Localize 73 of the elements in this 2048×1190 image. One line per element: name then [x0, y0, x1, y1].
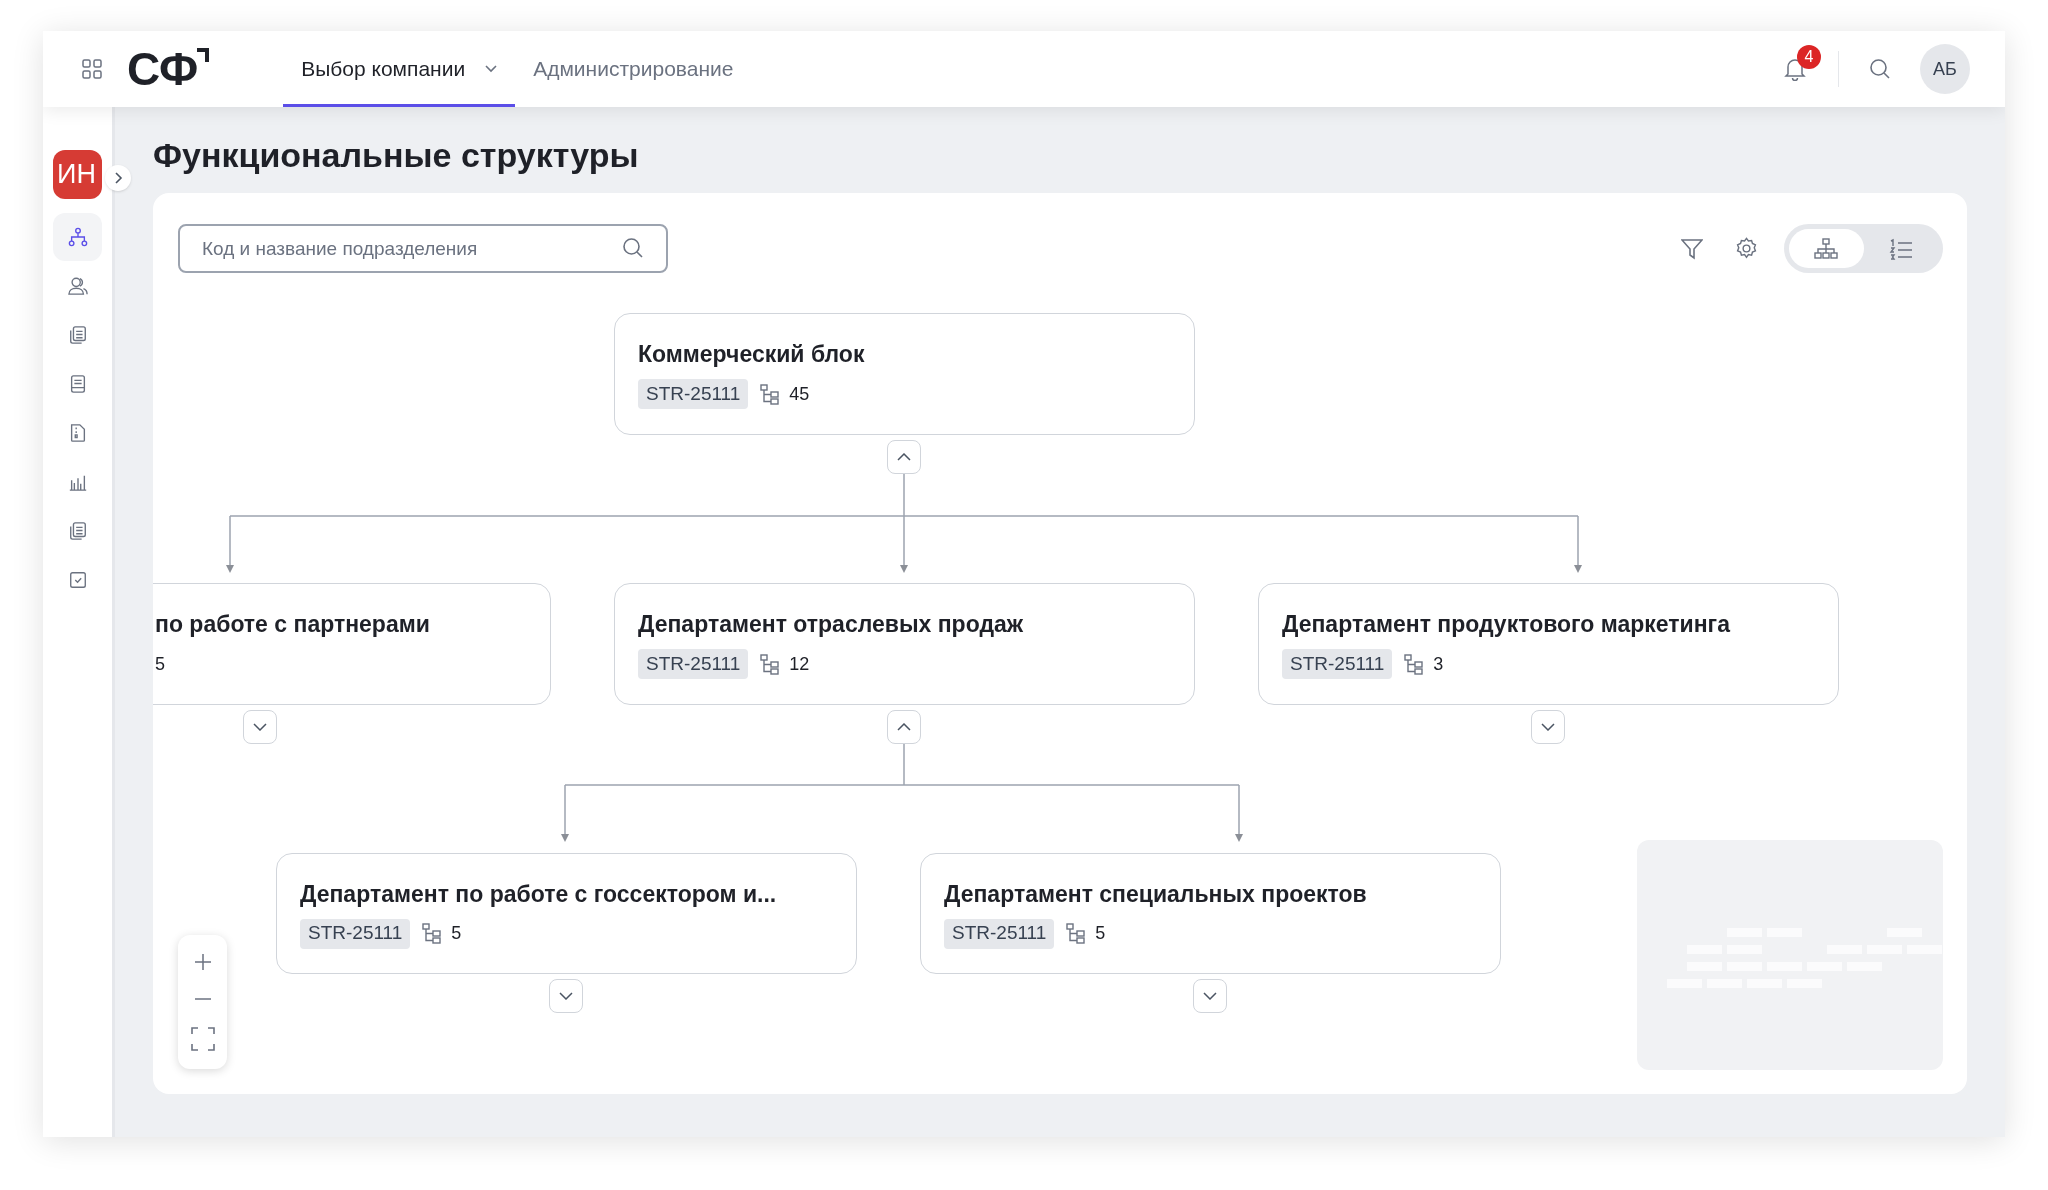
documents-icon [67, 521, 88, 541]
subtree-icon [1066, 923, 1086, 944]
bell-icon[interactable] [1784, 57, 1806, 81]
documents-icon [67, 325, 88, 345]
nav-tab[interactable]: Администрирование [515, 31, 752, 107]
hierarchy-icon [1814, 237, 1839, 260]
connector-arrow [900, 515, 908, 573]
subtree-icon [422, 923, 442, 944]
department-title: Департамент по работе с госсектором и... [300, 879, 778, 908]
page-title: Функциональные структуры [153, 135, 640, 176]
nav-tab[interactable]: Выбор компании [283, 31, 516, 107]
subunit-count: 45 [789, 382, 810, 406]
chevron-right-icon [113, 172, 123, 184]
chevron-down-icon [1203, 992, 1217, 1000]
search-icon[interactable] [1869, 58, 1891, 80]
department-card[interactable]: по работе с партнерами 5 [153, 583, 551, 705]
apps-grid-icon[interactable] [82, 59, 102, 79]
expand-toggle-button[interactable] [887, 440, 921, 474]
numbered-list-icon [1888, 237, 1913, 260]
chevron-down-icon [1541, 723, 1555, 731]
department-title: Коммерческий блок [638, 340, 866, 368]
connector-arrow [226, 515, 234, 573]
code-tag: STR-25111 [300, 918, 411, 949]
expand-toggle-button[interactable] [549, 979, 583, 1013]
subunit-count: 5 [155, 652, 165, 676]
company-badge[interactable]: ИН [53, 150, 102, 199]
department-card[interactable]: Департамент отраслевых продаж STR-25111 12 [614, 583, 1195, 705]
department-title: Департамент специальных проектов [944, 879, 1368, 908]
chevron-up-icon [897, 453, 911, 461]
department-title: по работе с партнерами [155, 610, 431, 638]
subunit-count: 5 [451, 922, 462, 945]
subtree-icon [760, 383, 780, 405]
fit-screen-icon[interactable] [190, 1027, 215, 1052]
checkbox-icon [67, 570, 88, 590]
expand-toggle-button[interactable] [243, 710, 277, 744]
connector-arrow [1574, 515, 1582, 573]
search-icon [622, 237, 644, 259]
department-card[interactable]: Коммерческий блок STR-25111 45 [614, 313, 1195, 435]
department-title: Департамент отраслевых продаж [638, 610, 1025, 638]
filter-icon[interactable] [1681, 238, 1703, 260]
zoom-in-icon[interactable] [193, 952, 212, 971]
logo-corner-icon [197, 48, 210, 62]
code-tag: STR-25111 [638, 379, 749, 409]
view-toggle-button[interactable] [1789, 229, 1864, 268]
chevron-down-icon [559, 992, 573, 1000]
code-tag: STR-25111 [944, 918, 1055, 949]
department-title: Департамент продуктового маркетинга [1282, 610, 1732, 638]
chevron-up-icon [897, 723, 911, 731]
chevron-down-icon [253, 723, 267, 731]
subtree-icon [1404, 653, 1424, 675]
connector-arrow [1235, 784, 1243, 842]
expand-sidebar-button[interactable] [105, 165, 131, 191]
expand-toggle-button[interactable] [1531, 710, 1565, 744]
department-card[interactable]: Департамент продуктового маркетинга STR-25111 3 [1258, 583, 1839, 705]
subunit-count: 12 [789, 652, 810, 676]
subunit-count: 5 [1095, 922, 1106, 945]
department-card[interactable]: Департамент специальных проектов STR-25111 5 [920, 853, 1501, 974]
expand-toggle-button[interactable] [887, 710, 921, 744]
subtree-icon [760, 653, 780, 675]
people-icon [67, 276, 88, 296]
connector-arrow [561, 784, 569, 842]
logo-text: СФ [127, 46, 198, 92]
user-avatar[interactable]: АБ [1920, 44, 1970, 94]
expand-toggle-button[interactable] [1193, 979, 1227, 1013]
notification-count: 4 [1797, 45, 1821, 69]
department-card[interactable]: Департамент по работе с госсектором и... STR-25111 5 [276, 853, 857, 974]
code-tag: STR-25111 [638, 649, 749, 679]
search-field[interactable]: Код и название подразделения [178, 224, 668, 273]
settings-icon[interactable] [1735, 237, 1758, 260]
code-tag: STR-25111 [1282, 649, 1393, 679]
hierarchy-icon [67, 227, 88, 247]
subunit-count: 3 [1433, 652, 1444, 676]
sidebar-item[interactable] [53, 213, 102, 261]
